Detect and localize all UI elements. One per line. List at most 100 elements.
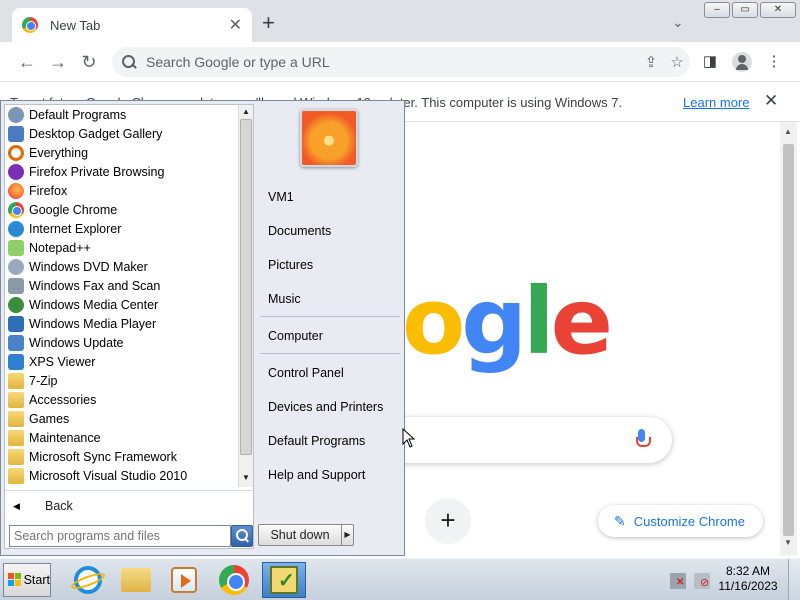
add-shortcut-button[interactable]: + xyxy=(425,498,471,544)
start-menu: Default Programs Desktop Gadget Gallery Ev… xyxy=(0,100,405,556)
taskbar-google-chrome[interactable] xyxy=(212,562,256,598)
start-button[interactable]: Start xyxy=(3,563,51,597)
program-list-item[interactable]: Default Programs xyxy=(5,105,238,124)
checklist-icon xyxy=(270,566,298,594)
program-list-item[interactable]: Windows Media Center xyxy=(5,295,238,314)
programs-scroll-down-icon[interactable]: ▼ xyxy=(242,473,250,482)
program-list-item[interactable]: Windows Fax and Scan xyxy=(5,276,238,295)
program-list-item[interactable]: Accessories xyxy=(5,390,238,409)
star-icon[interactable]: ☆ xyxy=(664,53,690,71)
shut-down-button[interactable]: Shut down xyxy=(258,524,342,546)
search-programs-input[interactable] xyxy=(9,525,231,547)
learn-more-link[interactable]: Learn more xyxy=(683,95,749,110)
program-list-item[interactable]: XPS Viewer xyxy=(5,352,238,371)
profile-icon[interactable] xyxy=(730,51,754,73)
tab-strip: New Tab ✕ + ⌄ – ▭ ✕ xyxy=(0,0,800,42)
chrome-icon xyxy=(219,565,249,595)
share-icon[interactable]: ⇪ xyxy=(638,53,664,71)
clock[interactable]: 8:32 AM 11/16/2023 xyxy=(716,564,780,594)
gadget-icon xyxy=(8,125,24,142)
close-window-button[interactable]: ✕ xyxy=(760,2,796,18)
program-list-item[interactable]: Microsoft Visual Studio 2010 xyxy=(5,466,238,485)
program-list-item[interactable]: Everything xyxy=(5,143,238,162)
program-label: Internet Explorer xyxy=(29,221,122,236)
microphone-icon[interactable] xyxy=(636,429,651,451)
google-logo: ogle xyxy=(402,276,613,368)
side-panel-icon[interactable]: ◨ xyxy=(698,51,722,73)
gear-icon xyxy=(8,106,24,123)
clock-time: 8:32 AM xyxy=(725,564,771,578)
program-list-item[interactable]: Windows DVD Maker xyxy=(5,257,238,276)
program-list-item[interactable]: Firefox Private Browsing xyxy=(5,162,238,181)
scroll-down-arrow-icon[interactable]: ▼ xyxy=(784,538,792,547)
start-item-pictures[interactable]: Pictures xyxy=(268,258,313,272)
start-item-music[interactable]: Music xyxy=(268,292,301,306)
shut-down-options-arrow-icon[interactable]: ▶ xyxy=(341,524,354,546)
taskbar-internet-explorer[interactable] xyxy=(66,562,110,598)
google-search-box[interactable] xyxy=(380,417,672,463)
programs-scrollbar[interactable]: ▲ ▼ xyxy=(238,105,253,487)
program-list-item[interactable]: Windows Media Player xyxy=(5,314,238,333)
program-label: Firefox xyxy=(29,183,68,198)
program-list-item[interactable]: Microsoft Sync Framework xyxy=(5,447,238,466)
program-label: Google Chrome xyxy=(29,202,118,217)
show-desktop-button[interactable] xyxy=(788,559,800,600)
media-player-icon xyxy=(171,567,197,593)
note-icon xyxy=(8,239,24,256)
close-tab-icon[interactable]: ✕ xyxy=(229,15,242,35)
address-bar[interactable]: Search Google or type a URL ⇪ ☆ xyxy=(112,47,690,77)
all-programs-list: Default Programs Desktop Gadget Gallery Ev… xyxy=(5,105,238,487)
program-list-item[interactable]: Games xyxy=(5,409,238,428)
program-list-item[interactable]: Firefox xyxy=(5,181,238,200)
page-scroll-thumb[interactable] xyxy=(783,144,794,536)
program-label: Windows DVD Maker xyxy=(29,259,148,274)
programs-scroll-thumb[interactable] xyxy=(240,119,252,455)
taskbar-checklist-app[interactable] xyxy=(262,562,306,598)
program-list-item[interactable]: Internet Explorer xyxy=(5,219,238,238)
maximize-button[interactable]: ▭ xyxy=(732,2,758,18)
scroll-up-arrow-icon[interactable]: ▲ xyxy=(784,127,792,136)
taskbar-windows-media-player[interactable] xyxy=(162,562,206,598)
update-icon xyxy=(8,334,24,351)
network-disconnected-icon[interactable] xyxy=(670,573,686,589)
customize-chrome-button[interactable]: ✎ Customize Chrome xyxy=(598,505,763,537)
start-item-control-panel[interactable]: Control Panel xyxy=(268,366,344,380)
start-label: Start xyxy=(23,573,50,587)
back-arrow-icon: ◀ xyxy=(13,500,20,511)
programs-scroll-up-icon[interactable]: ▲ xyxy=(242,107,250,116)
search-programs-icon[interactable] xyxy=(231,525,253,547)
forward-icon[interactable]: → xyxy=(47,51,69,73)
new-tab-button[interactable]: + xyxy=(262,12,275,34)
infobar-close-icon[interactable]: ✕ xyxy=(764,91,778,111)
volume-muted-icon[interactable] xyxy=(694,573,710,589)
minimize-button[interactable]: – xyxy=(704,2,730,18)
start-item-default-programs[interactable]: Default Programs xyxy=(268,434,365,448)
program-list-item[interactable]: Google Chrome xyxy=(5,200,238,219)
start-item-devices-printers[interactable]: Devices and Printers xyxy=(268,400,383,414)
start-item-computer[interactable]: Computer xyxy=(268,329,323,343)
program-label: 7-Zip xyxy=(29,373,58,388)
taskbar: Start 8:32 AM 11/16/2023 xyxy=(0,558,800,600)
chrome-icon xyxy=(8,201,24,218)
back-icon[interactable]: ← xyxy=(16,51,38,73)
tab-new-tab[interactable]: New Tab ✕ xyxy=(12,8,252,42)
divider xyxy=(260,316,400,317)
reload-icon[interactable]: ↻ xyxy=(78,51,100,73)
program-list-item[interactable]: Maintenance xyxy=(5,428,238,447)
taskbar-windows-explorer[interactable] xyxy=(114,562,158,598)
start-item-documents[interactable]: Documents xyxy=(268,224,331,238)
page-scrollbar[interactable]: ▲ ▼ xyxy=(780,122,797,556)
user-picture-avatar[interactable] xyxy=(300,109,358,167)
back-button[interactable]: ◀ Back xyxy=(5,495,253,517)
search-icon xyxy=(122,55,136,69)
menu-icon[interactable]: ⋮ xyxy=(762,51,786,73)
program-list-item[interactable]: Desktop Gadget Gallery xyxy=(5,124,238,143)
divider xyxy=(260,353,400,354)
program-list-item[interactable]: 7-Zip xyxy=(5,371,238,390)
program-list-item[interactable]: Windows Update xyxy=(5,333,238,352)
program-label: XPS Viewer xyxy=(29,354,96,369)
start-item-user[interactable]: VM1 xyxy=(268,190,294,204)
start-item-help-support[interactable]: Help and Support xyxy=(268,468,365,482)
tab-search-chevron-icon[interactable]: ⌄ xyxy=(672,14,684,31)
program-list-item[interactable]: Notepad++ xyxy=(5,238,238,257)
